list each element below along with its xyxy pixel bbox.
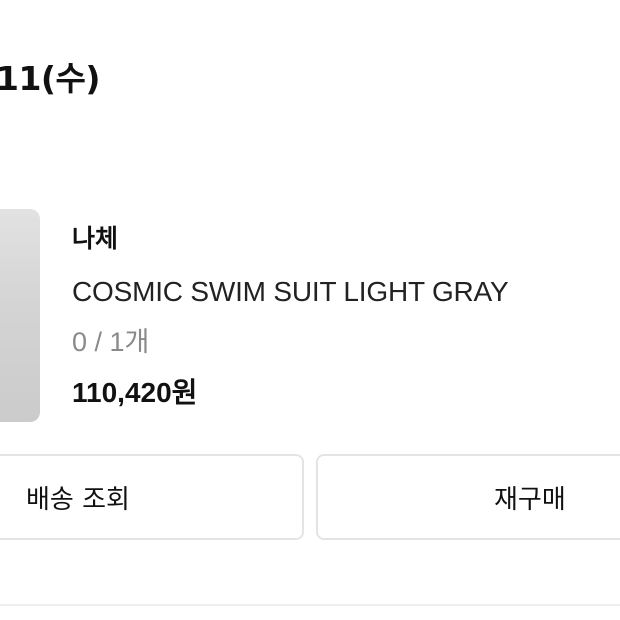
reorder-label: 재구매: [494, 484, 566, 515]
product-price: 110,420원: [72, 377, 198, 408]
product-name[interactable]: COSMIC SWIM SUIT LIGHT GRAY: [72, 276, 509, 308]
order-detail-page: 11(수) 나체 COSMIC SWIM SUIT LIGHT GRAY 0 /…: [0, 0, 620, 620]
section-divider: [0, 604, 620, 606]
product-thumbnail[interactable]: [0, 209, 40, 422]
reorder-button[interactable]: 재구매: [316, 454, 620, 540]
track-delivery-label: 배송 조회: [26, 484, 130, 515]
track-delivery-button[interactable]: 배송 조회: [0, 454, 304, 540]
product-info: 나체 COSMIC SWIM SUIT LIGHT GRAY 0 / 1개 11…: [72, 222, 509, 410]
product-quantity: 0 / 1개: [72, 327, 150, 357]
brand-name[interactable]: 나체: [72, 222, 508, 256]
order-date-heading: 11(수): [0, 59, 100, 98]
